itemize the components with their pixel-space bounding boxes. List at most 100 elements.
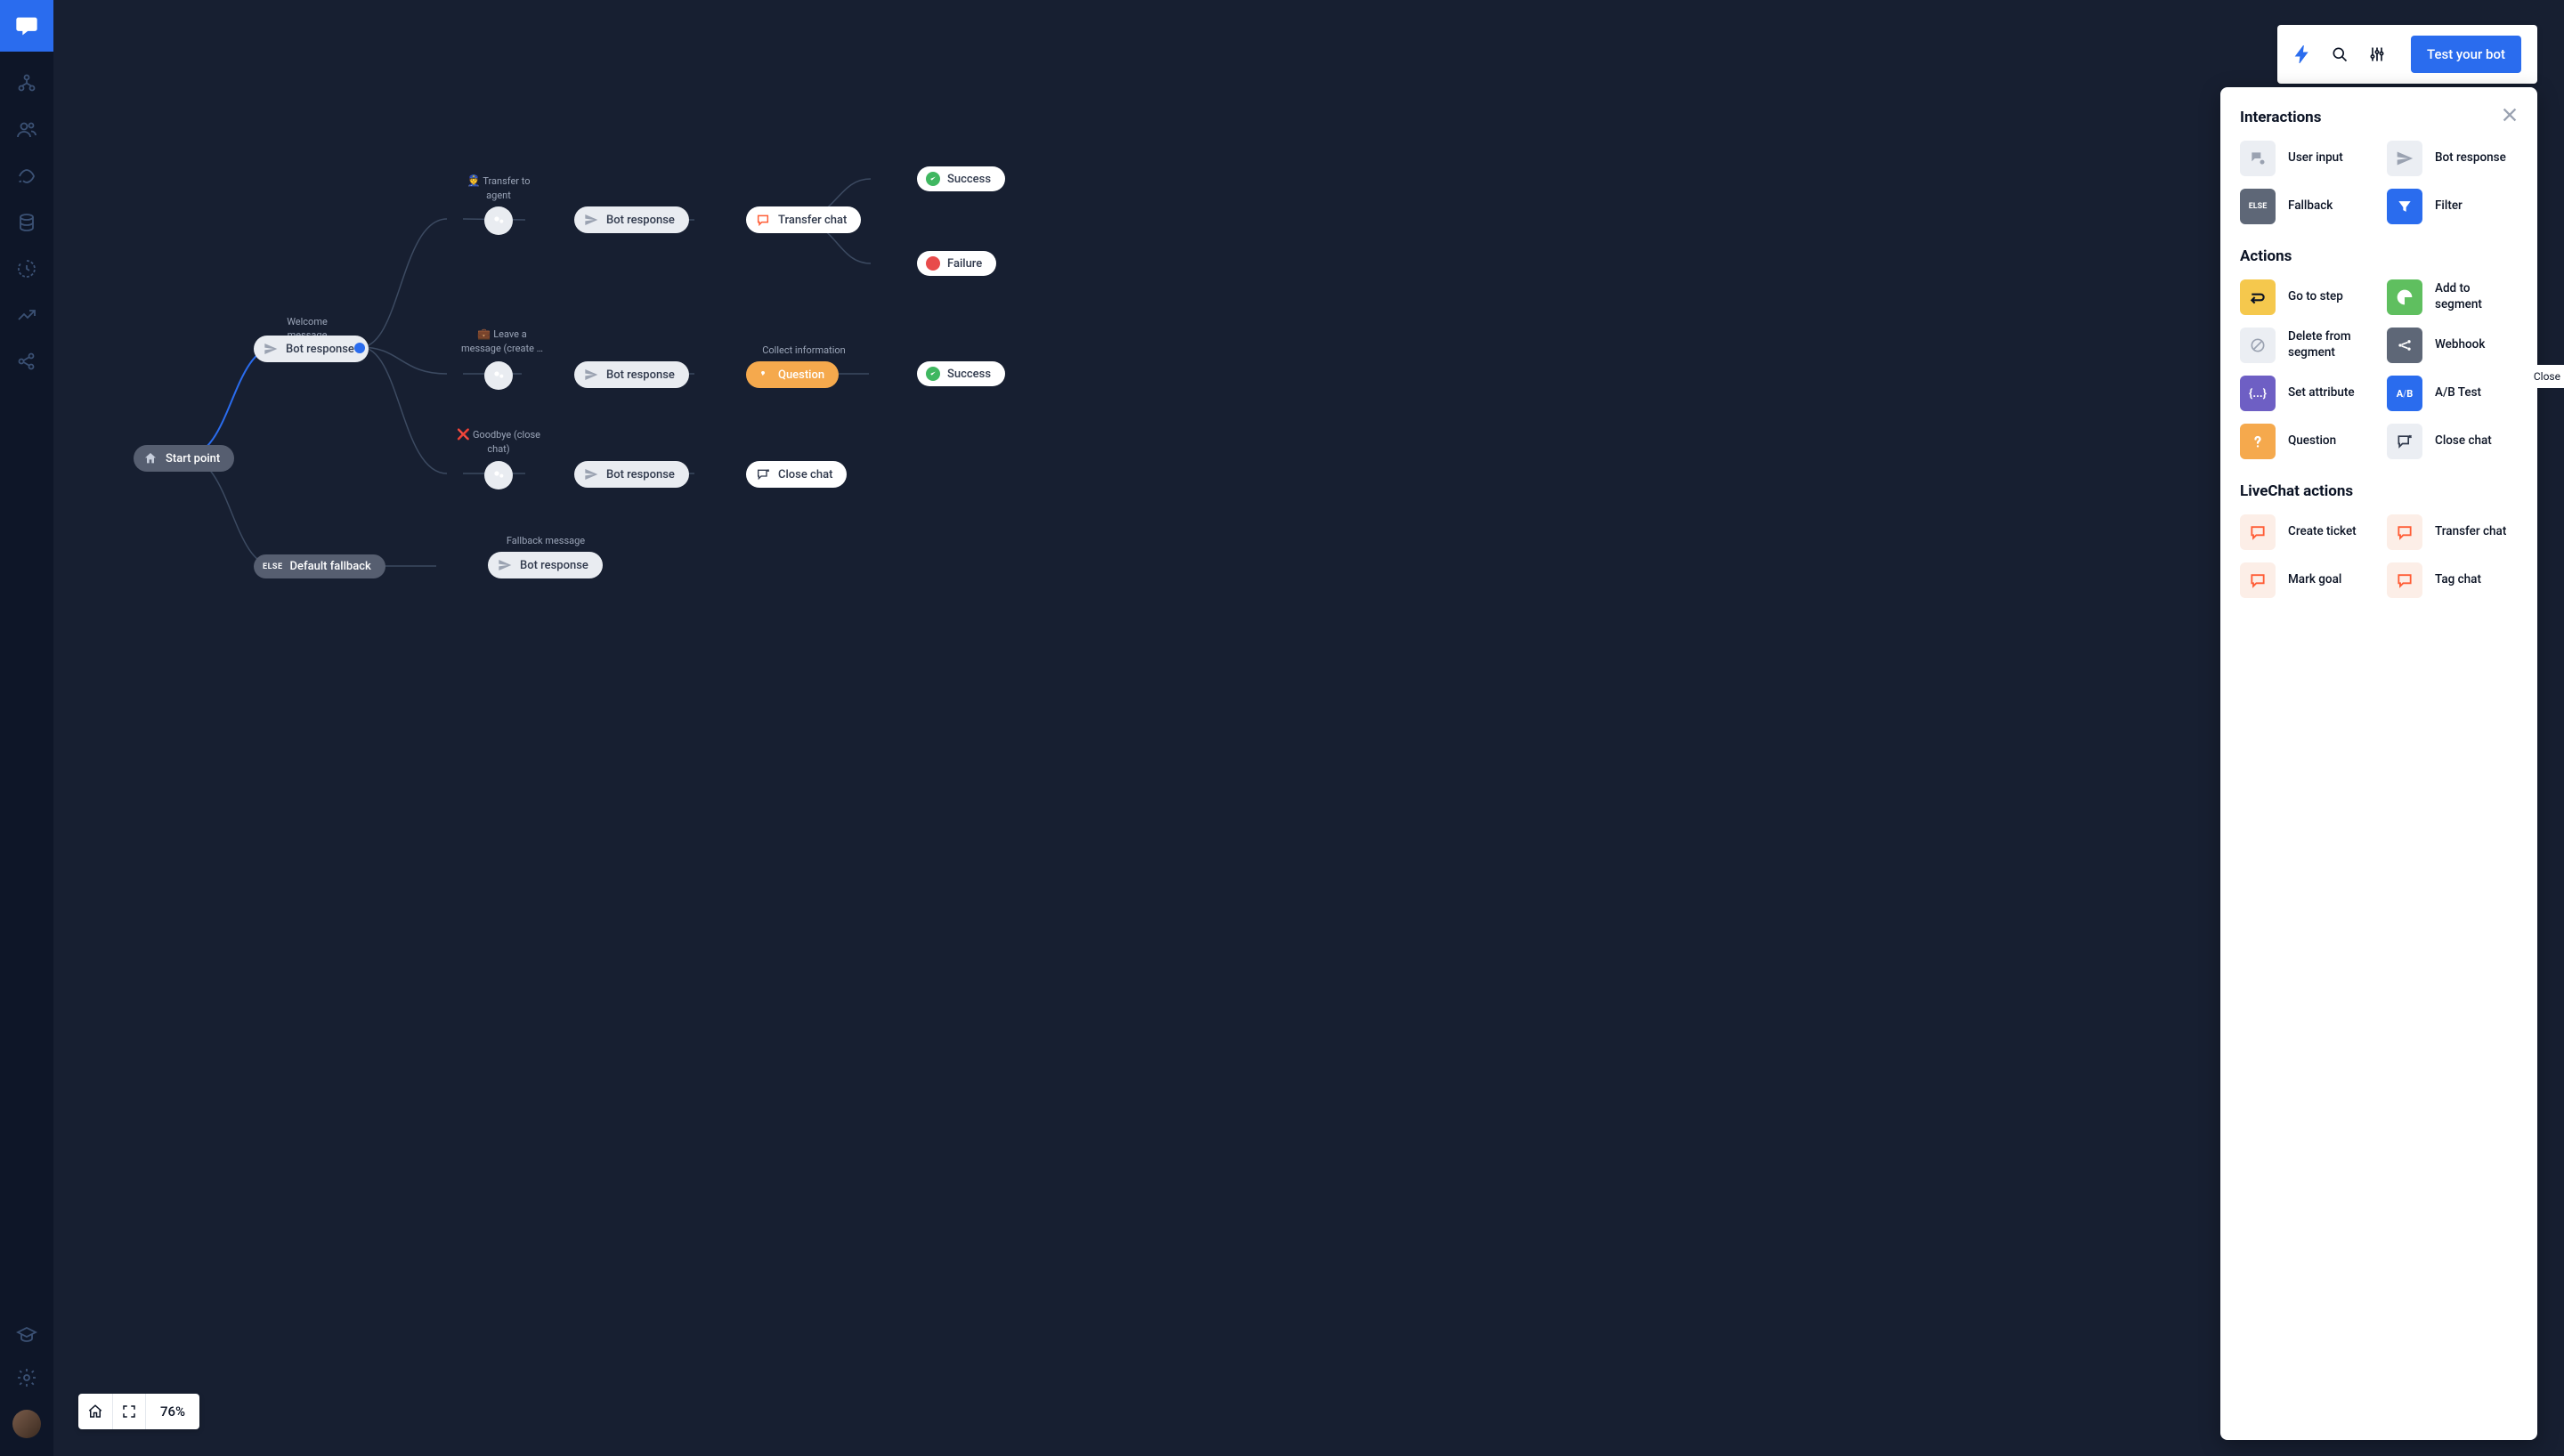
check-icon (926, 367, 940, 381)
action-ab-test[interactable]: A/B A/B Test (2387, 376, 2518, 411)
node-default-fallback[interactable]: ELSE Default fallback (254, 554, 385, 578)
action-label: Webhook (2435, 337, 2485, 353)
attribute-icon: {...} (2240, 376, 2276, 411)
interaction-filter[interactable]: Filter (2387, 189, 2518, 224)
home-icon (142, 450, 158, 466)
action-label: Add to segment (2435, 281, 2518, 312)
action-question[interactable]: Question (2240, 424, 2371, 459)
else-badge: ELSE (263, 562, 283, 571)
action-label: Mark goal (2288, 572, 2341, 588)
livechat-icon (2240, 562, 2276, 598)
interaction-bot-response[interactable]: Bot response (2387, 141, 2518, 176)
node-branch-transfer[interactable] (484, 206, 513, 235)
x-icon (926, 256, 940, 271)
test-bot-button[interactable]: Test your bot (2411, 36, 2521, 73)
toolbar: Test your bot (2277, 25, 2537, 84)
interaction-fallback[interactable]: ELSE Fallback (2240, 189, 2371, 224)
sliders-icon[interactable] (2368, 45, 2386, 63)
nav-ai-icon[interactable] (16, 166, 37, 187)
node-branch-goodbye[interactable] (484, 461, 513, 489)
interaction-user-input[interactable]: User input (2240, 141, 2371, 176)
zoom-fullscreen-button[interactable] (112, 1394, 146, 1429)
action-label: Close chat (2435, 433, 2492, 449)
lc-tag-chat[interactable]: Tag chat (2387, 562, 2518, 598)
nav-flows-icon[interactable] (16, 73, 37, 94)
close-chat-icon (2387, 424, 2422, 459)
interaction-label: Fallback (2288, 198, 2333, 214)
segment-icon (2387, 279, 2422, 315)
lc-mark-goal[interactable]: Mark goal (2240, 562, 2371, 598)
app-logo[interactable] (0, 0, 53, 52)
send-icon (583, 367, 599, 383)
action-label: Tag chat (2435, 572, 2481, 588)
action-label: Create ticket (2288, 524, 2357, 540)
lc-create-ticket[interactable]: Create ticket (2240, 514, 2371, 550)
node-caption: Fallback message (497, 534, 595, 547)
delete-segment-icon (2240, 328, 2276, 363)
node-caption: ❌ Goodbye (close chat) (456, 427, 541, 456)
else-icon: ELSE (2240, 189, 2276, 224)
node-transfer-chat[interactable]: Transfer chat (746, 206, 861, 233)
send-icon (497, 557, 513, 573)
close-icon[interactable] (2500, 105, 2519, 125)
node-bot-response[interactable]: Bot response (574, 461, 689, 488)
interactions-panel: Interactions User input Bot response ELS… (2220, 87, 2537, 1440)
nav-data-icon[interactable] (16, 212, 37, 233)
node-caption: 💼 Leave a message (create … (459, 327, 545, 355)
nav-learn-icon[interactable] (16, 1324, 37, 1346)
livechat-icon (2387, 562, 2422, 598)
node-label: Bot response (286, 343, 354, 356)
send-icon (583, 466, 599, 482)
nav-analytics-icon[interactable] (16, 304, 37, 326)
zoom-home-button[interactable] (78, 1394, 112, 1429)
action-add-segment[interactable]: Add to segment (2387, 279, 2518, 315)
node-welcome-response[interactable]: Bot response (254, 336, 369, 362)
node-bot-response[interactable]: Bot response (574, 206, 689, 233)
connection-handle[interactable] (354, 343, 365, 353)
action-goto-step[interactable]: Go to step (2240, 279, 2371, 315)
node-success[interactable]: Success (917, 361, 1005, 386)
node-label: Success (947, 173, 991, 186)
node-caption: Collect information (755, 344, 853, 357)
node-label: Question (778, 368, 824, 382)
nav-history-icon[interactable] (16, 258, 37, 279)
node-label: Success (947, 368, 991, 381)
node-label: Failure (947, 257, 982, 271)
action-label: Go to step (2288, 289, 2343, 305)
close-tab[interactable]: Close (2527, 365, 2564, 388)
node-failure[interactable]: Failure (917, 251, 996, 276)
lc-transfer-chat[interactable]: Transfer chat (2387, 514, 2518, 550)
action-set-attribute[interactable]: {...} Set attribute (2240, 376, 2371, 411)
action-close-chat[interactable]: Close chat (2387, 424, 2518, 459)
action-label: Transfer chat (2435, 524, 2506, 540)
interaction-label: User input (2288, 150, 2343, 166)
search-icon[interactable] (2331, 45, 2349, 63)
zoom-toolbar: 76% (78, 1394, 199, 1429)
action-delete-segment[interactable]: Delete from segment (2240, 328, 2371, 363)
agent-icon (491, 368, 507, 384)
user-input-icon (2240, 141, 2276, 176)
node-label: Bot response (606, 214, 675, 227)
node-fallback-response[interactable]: Bot response (488, 552, 603, 578)
nav-users-icon[interactable] (16, 119, 37, 141)
panel-section-title: Interactions (2240, 109, 2518, 126)
node-close-chat[interactable]: Close chat (746, 461, 847, 488)
node-bot-response[interactable]: Bot response (574, 361, 689, 388)
filter-icon (2387, 189, 2422, 224)
node-label: Bot response (606, 368, 675, 382)
lightning-icon[interactable] (2293, 45, 2311, 63)
node-branch-leave-message[interactable] (484, 361, 513, 390)
action-label: Delete from segment (2288, 329, 2371, 360)
agent-icon (491, 467, 507, 483)
node-success[interactable]: Success (917, 166, 1005, 191)
action-label: Set attribute (2288, 385, 2355, 401)
nav-integrations-icon[interactable] (16, 351, 37, 372)
action-webhook[interactable]: Webhook (2387, 328, 2518, 363)
nav-settings-icon[interactable] (16, 1367, 37, 1388)
question-icon (755, 367, 771, 383)
node-question[interactable]: Question (746, 361, 839, 388)
node-start-point[interactable]: Start point (134, 445, 234, 472)
avatar[interactable] (12, 1410, 41, 1438)
node-caption: 👮 Transfer to agent (467, 174, 531, 202)
zoom-value[interactable]: 76% (146, 1394, 199, 1429)
